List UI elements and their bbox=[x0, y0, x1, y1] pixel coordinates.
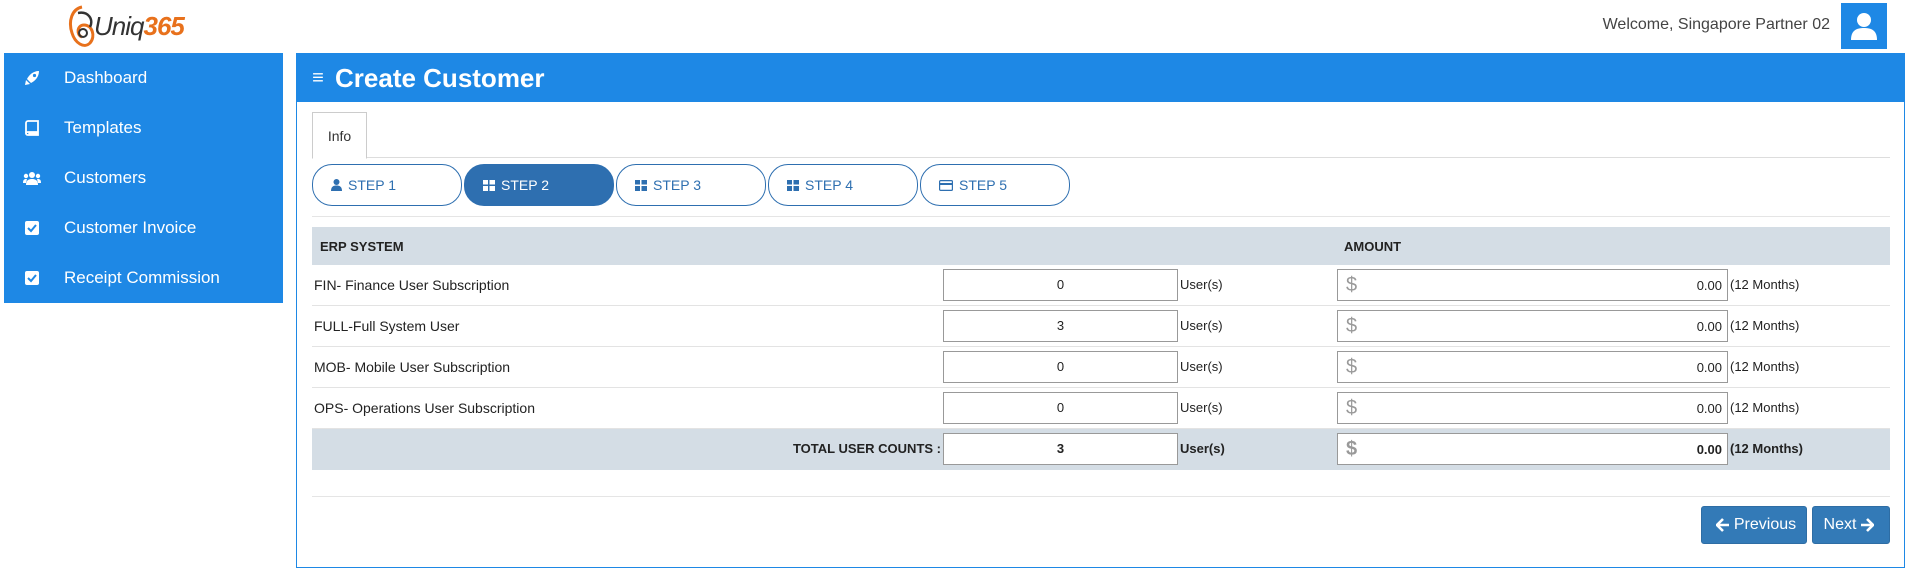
arrow-right-icon bbox=[1860, 518, 1875, 532]
page-title: Create Customer bbox=[335, 62, 545, 93]
total-row: TOTAL USER COUNTS : 3 User(s) $ 0.00 (12… bbox=[312, 429, 1890, 470]
sidebar-item-receipt-commission[interactable]: Receipt Commission bbox=[4, 253, 283, 303]
rocket-icon bbox=[4, 70, 60, 86]
logo[interactable]: Uniq365 bbox=[64, 0, 185, 53]
column-header-amount: AMOUNT bbox=[1344, 238, 1402, 254]
user-icon bbox=[331, 179, 342, 191]
unit-label: User(s) bbox=[1180, 318, 1223, 333]
top-bar: Uniq365 Welcome, Singapore Partner 02 bbox=[0, 0, 1920, 53]
total-label: TOTAL USER COUNTS : bbox=[792, 441, 941, 456]
amount-value: 0.00 bbox=[1696, 360, 1722, 375]
sidebar: Dashboard Templates Customers Customer I… bbox=[4, 53, 283, 303]
grid-icon bbox=[635, 179, 647, 191]
quantity-input[interactable]: 0 bbox=[943, 269, 1178, 301]
panel-header: ≡ Create Customer bbox=[297, 54, 1904, 102]
amount-value: 0.00 bbox=[1696, 278, 1722, 293]
period-label: (12 Months) bbox=[1730, 441, 1803, 456]
amount-value: 0.00 bbox=[1696, 401, 1722, 416]
subscription-name: FULL-Full System User bbox=[314, 318, 460, 334]
quantity-input[interactable]: 0 bbox=[943, 351, 1178, 383]
step-label: STEP 1 bbox=[348, 177, 396, 193]
welcome-text: Welcome, Singapore Partner 02 bbox=[1602, 16, 1830, 33]
period-label: (12 Months) bbox=[1730, 318, 1800, 333]
grid-icon bbox=[787, 179, 799, 191]
subscription-name: MOB- Mobile User Subscription bbox=[314, 359, 511, 375]
divider bbox=[312, 496, 1890, 497]
unit-label: User(s) bbox=[1180, 359, 1223, 374]
period-label: (12 Months) bbox=[1730, 359, 1800, 374]
step-label: STEP 5 bbox=[959, 177, 1007, 193]
table-row: OPS- Operations User Subscription 0 User… bbox=[312, 388, 1890, 429]
subscription-table: ERP SYSTEM AMOUNT FIN- Finance User Subs… bbox=[312, 227, 1890, 470]
sidebar-item-label: Customer Invoice bbox=[64, 218, 197, 237]
previous-button[interactable]: Previous bbox=[1701, 506, 1807, 544]
sidebar-item-label: Templates bbox=[64, 118, 142, 137]
dollar-icon: $ bbox=[1346, 315, 1358, 337]
divider bbox=[312, 216, 1890, 217]
sidebar-item-dashboard[interactable]: Dashboard bbox=[4, 53, 283, 103]
step-label: STEP 4 bbox=[805, 177, 853, 193]
users-icon bbox=[4, 171, 60, 185]
sidebar-item-templates[interactable]: Templates bbox=[4, 103, 283, 153]
dollar-icon: $ bbox=[1346, 356, 1358, 378]
create-customer-panel: ≡ Create Customer Info STEP 1 STEP 2 STE… bbox=[296, 53, 1905, 568]
next-label: Next bbox=[1823, 516, 1857, 533]
sidebar-item-customer-invoice[interactable]: Customer Invoice bbox=[4, 203, 283, 253]
unit-label: User(s) bbox=[1180, 400, 1223, 415]
credit-card-icon bbox=[939, 179, 953, 191]
amount-field[interactable]: $ 0.00 bbox=[1337, 269, 1728, 301]
arrow-left-icon bbox=[1715, 518, 1730, 532]
dollar-icon: $ bbox=[1346, 274, 1358, 296]
column-header-erp: ERP SYSTEM bbox=[320, 238, 404, 254]
table-row: FIN- Finance User Subscription 0 User(s)… bbox=[312, 265, 1890, 306]
quantity-input[interactable]: 3 bbox=[943, 310, 1178, 342]
subscription-name: OPS- Operations User Subscription bbox=[314, 400, 535, 416]
total-quantity-field: 3 bbox=[943, 433, 1178, 465]
total-amount-value: 0.00 bbox=[1696, 442, 1722, 457]
previous-label: Previous bbox=[1733, 516, 1797, 533]
sidebar-item-customers[interactable]: Customers bbox=[4, 153, 283, 203]
step-3-button[interactable]: STEP 3 bbox=[616, 164, 766, 206]
checkbox-icon bbox=[4, 221, 60, 235]
menu-toggle-icon[interactable]: ≡ bbox=[301, 67, 335, 90]
book-icon bbox=[4, 120, 60, 136]
sidebar-item-label: Customers bbox=[64, 168, 147, 187]
grid-icon bbox=[483, 179, 495, 191]
step-1-button[interactable]: STEP 1 bbox=[312, 164, 462, 206]
amount-field[interactable]: $ 0.00 bbox=[1337, 392, 1728, 424]
next-button[interactable]: Next bbox=[1812, 506, 1890, 544]
period-label: (12 Months) bbox=[1730, 277, 1800, 292]
sidebar-item-label: Dashboard bbox=[64, 68, 148, 87]
logo-text: Uniq365 bbox=[94, 11, 185, 41]
table-row: FULL-Full System User 3 User(s) $ 0.00 (… bbox=[312, 306, 1890, 347]
total-amount-field: $ 0.00 bbox=[1337, 433, 1728, 465]
period-label: (12 Months) bbox=[1730, 400, 1800, 415]
amount-field[interactable]: $ 0.00 bbox=[1337, 310, 1728, 342]
unit-label: User(s) bbox=[1180, 277, 1223, 292]
dollar-icon: $ bbox=[1346, 397, 1358, 419]
table-row: MOB- Mobile User Subscription 0 User(s) … bbox=[312, 347, 1890, 388]
user-icon bbox=[1851, 13, 1877, 40]
user-avatar-button[interactable] bbox=[1841, 3, 1887, 49]
logo-mark-icon bbox=[64, 3, 100, 51]
subscription-name: FIN- Finance User Subscription bbox=[314, 277, 510, 293]
quantity-input[interactable]: 0 bbox=[943, 392, 1178, 424]
table-header: ERP SYSTEM AMOUNT bbox=[312, 227, 1890, 265]
sidebar-item-label: Receipt Commission bbox=[64, 268, 220, 287]
checkbox-icon bbox=[4, 271, 60, 285]
step-2-button[interactable]: STEP 2 bbox=[464, 164, 614, 206]
step-5-button[interactable]: STEP 5 bbox=[920, 164, 1070, 206]
tab-bar: Info bbox=[312, 112, 1890, 159]
step-label: STEP 3 bbox=[653, 177, 701, 193]
dollar-icon: $ bbox=[1346, 438, 1358, 460]
unit-label: User(s) bbox=[1180, 441, 1225, 456]
step-label: STEP 2 bbox=[501, 177, 549, 193]
tab-info[interactable]: Info bbox=[312, 112, 367, 159]
step-4-button[interactable]: STEP 4 bbox=[768, 164, 918, 206]
amount-field[interactable]: $ 0.00 bbox=[1337, 351, 1728, 383]
amount-value: 0.00 bbox=[1696, 319, 1722, 334]
